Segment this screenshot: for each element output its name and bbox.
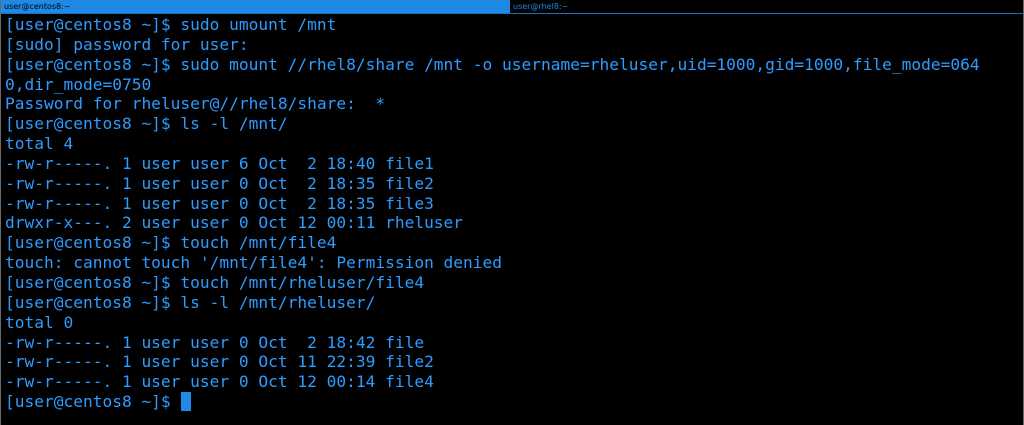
tab-rhel8[interactable]: user@rhel8:~ [510, 0, 1023, 13]
tab-centos8[interactable]: user@centos8:~ [1, 0, 510, 13]
tab-bar: user@centos8:~ user@rhel8:~ [1, 0, 1023, 14]
terminal-line: touch: cannot touch '/mnt/file4': Permis… [5, 253, 503, 273]
scrollbar[interactable] [1019, 14, 1023, 425]
terminal-line: [user@centos8 ~]$ touch /mnt/file4 [5, 233, 337, 253]
terminal-line: -rw-r-----. 1 user user 0 Oct 11 22:39 f… [5, 352, 434, 372]
terminal-line: [user@centos8 ~]$ ls -l /mnt/ [5, 114, 288, 134]
terminal-line: -rw-r-----. 1 user user 0 Oct 2 18:35 fi… [5, 173, 434, 193]
prompt-line[interactable]: [user@centos8 ~]$ [5, 392, 1017, 412]
terminal-line: [user@centos8 ~]$ sudo umount /mnt [5, 15, 337, 34]
terminal-line: [user@centos8 ~]$ sudo mount //rhel8/sha… [5, 54, 980, 74]
terminal-line: 0,dir_mode=0750 [5, 74, 152, 94]
terminal-line: Password for rheluser@//rhel8/share: * [5, 94, 386, 114]
terminal-line: drwxr-x---. 2 user user 0 Oct 12 00:11 r… [5, 213, 464, 233]
terminal-line: -rw-r-----. 1 user user 0 Oct 12 00:14 f… [5, 372, 434, 392]
terminal-line: -rw-r-----. 1 user user 6 Oct 2 18:40 fi… [5, 153, 434, 173]
terminal-window: user@centos8:~ user@rhel8:~ [user@centos… [0, 0, 1024, 425]
terminal-line: -rw-r-----. 1 user user 0 Oct 2 18:35 fi… [5, 193, 434, 213]
terminal-line: -rw-r-----. 1 user user 0 Oct 2 18:42 fi… [5, 332, 425, 352]
text-cursor[interactable] [181, 392, 192, 412]
terminal-line: [user@centos8 ~]$ ls -l /mnt/rheluser/ [5, 292, 376, 312]
shell-prompt: [user@centos8 ~]$ [5, 392, 181, 412]
terminal-line: [sudo] password for user: [5, 34, 249, 54]
terminal-line: total 4 [5, 134, 74, 154]
terminal-line: [user@centos8 ~]$ touch /mnt/rheluser/fi… [5, 272, 425, 292]
terminal-output[interactable]: [user@centos8 ~]$ sudo umount /mnt [sudo… [5, 15, 1017, 425]
terminal-line: total 0 [5, 312, 74, 332]
